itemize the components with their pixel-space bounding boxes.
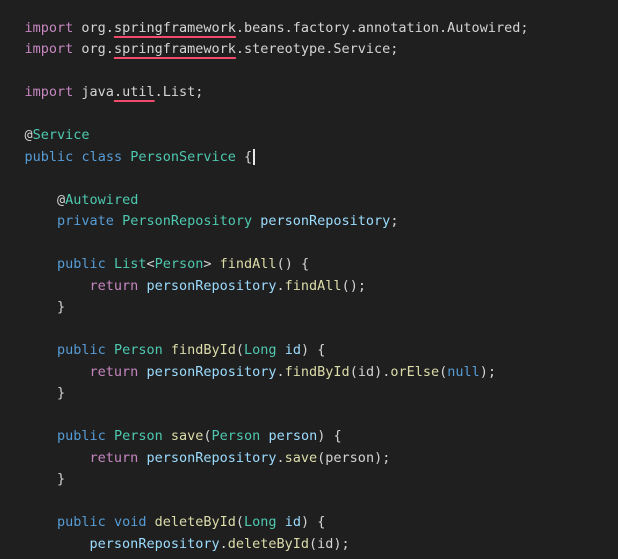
code-line-2[interactable]: import org.springframework.stereotype.Se… [0,18,399,57]
token: public [24,148,74,165]
code-line-13[interactable]: return personRepository.findAll(); [0,254,366,294]
token: .List; [154,84,204,100]
token: save [284,449,318,466]
token: import [24,84,74,100]
token: personRepository [89,535,220,552]
token: ); [479,363,497,380]
token: . [276,363,285,380]
token: import [24,41,74,57]
token: (id); [309,535,350,552]
error-token: .util [113,84,155,100]
code-line-6[interactable]: @Service [0,104,90,143]
code-line-18[interactable]: } [0,362,65,401]
error-token: springframework [113,41,236,57]
token: null [447,363,480,380]
token: personRepository [146,363,277,380]
code-line-21[interactable]: return personRepository.save(person); [0,426,391,466]
code-line-17[interactable]: return personRepository.findById(id).orE… [0,340,496,380]
token: PersonService [130,148,236,165]
token: (id). [349,363,391,380]
code-line-16[interactable]: public Person findById(Long id) { [0,319,325,358]
code-line-7[interactable]: public class PersonService { [0,125,256,165]
token: } [57,385,66,401]
code-line-24[interactable]: public void deleteById(Long id) { [0,491,325,530]
text-cursor [253,148,256,165]
code-line-10[interactable]: private PersonRepository personRepositor… [0,190,398,229]
token: return [89,363,139,380]
code-line-20[interactable]: public Person save(Person person) { [0,405,342,444]
token: return [89,277,139,294]
token: (person); [317,449,391,466]
token: PersonRepository [122,213,253,229]
code-line-22[interactable]: } [0,448,65,487]
token: personRepository [146,449,277,466]
code-line-12[interactable]: public List<Person> findAll() { [0,233,309,272]
token: class [81,148,123,165]
token: return [89,449,139,466]
token: { [235,148,253,165]
token: . [276,277,285,294]
token: personRepository [260,213,391,229]
token: deleteById [227,535,310,552]
token: ; [390,213,399,229]
token: . [219,535,228,552]
code-editor[interactable]: import org.springframework.beans.factory… [0,0,618,559]
code-line-25[interactable]: personRepository.deleteById(id); [0,512,350,552]
code-line-9[interactable]: @Autowired [0,168,138,208]
token: (); [341,277,366,294]
token: personRepository [146,277,277,294]
token: private [57,213,114,229]
code-line-1[interactable]: import org.springframework.beans.factory… [0,0,529,36]
token: .stereotype.Service; [235,41,399,57]
token: . [276,449,285,466]
code-line-26[interactable]: } [0,534,65,559]
token: } [57,299,66,315]
token: findById [284,363,350,380]
token: java [73,84,114,100]
code-line-4[interactable]: import java.util.List; [0,61,204,100]
code-line-14[interactable]: } [0,276,65,315]
token: orElse [390,363,440,380]
token: findAll [284,277,342,294]
token: } [57,471,66,487]
token: org. [73,41,114,57]
